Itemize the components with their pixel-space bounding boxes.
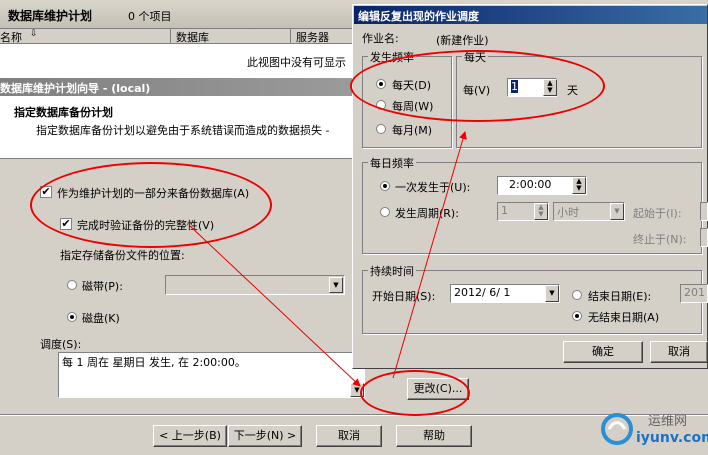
watermark: 运维网 iyunv.com <box>600 408 708 454</box>
watermark-logo-icon <box>601 413 633 445</box>
annotation-arrows <box>189 131 467 387</box>
annotation-arrow-to-frequency <box>392 131 467 379</box>
watermark-line1: 运维网 <box>648 414 688 429</box>
watermark-line2: iyunv.com <box>636 430 708 446</box>
annotation-arrow-to-change <box>189 225 361 387</box>
